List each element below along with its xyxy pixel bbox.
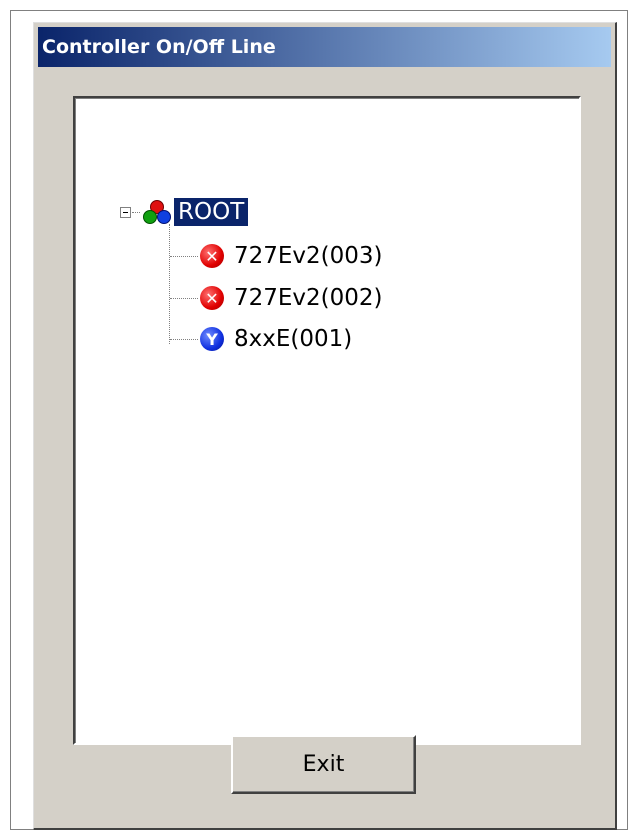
tree-connector (169, 224, 170, 344)
tree-connector (170, 339, 198, 340)
tree-node-controller[interactable]: ✕ 727Ev2(003) (200, 241, 387, 271)
tree-node-label: ROOT (174, 198, 249, 226)
tree-node-label: 8xxE(001) (234, 326, 353, 352)
tree-connector (132, 212, 140, 213)
controller-window: Controller On/Off Line ROOT ✕ 727Ev2(003… (33, 22, 617, 830)
offline-x-icon: ✕ (200, 286, 224, 310)
offline-x-icon: ✕ (200, 244, 224, 268)
tree-connector (170, 298, 198, 299)
tree-node-label: 727Ev2(003) (234, 243, 383, 269)
tree-node-label: 727Ev2(002) (234, 285, 383, 311)
online-y-icon: Y (200, 327, 224, 351)
title-bar: Controller On/Off Line (38, 27, 611, 67)
collapse-root-toggle[interactable] (120, 207, 131, 218)
tree-connector (170, 256, 198, 257)
tree-node-controller[interactable]: Y 8xxE(001) (200, 324, 356, 354)
root-node-icon (143, 200, 171, 224)
exit-button[interactable]: Exit (231, 735, 416, 794)
controller-tree[interactable]: ROOT ✕ 727Ev2(003) ✕ 727Ev2(002) Y 8xxE(… (73, 96, 581, 745)
tree-node-controller[interactable]: ✕ 727Ev2(002) (200, 283, 387, 313)
window-title: Controller On/Off Line (42, 36, 276, 58)
tree-node-root[interactable]: ROOT (142, 197, 249, 227)
